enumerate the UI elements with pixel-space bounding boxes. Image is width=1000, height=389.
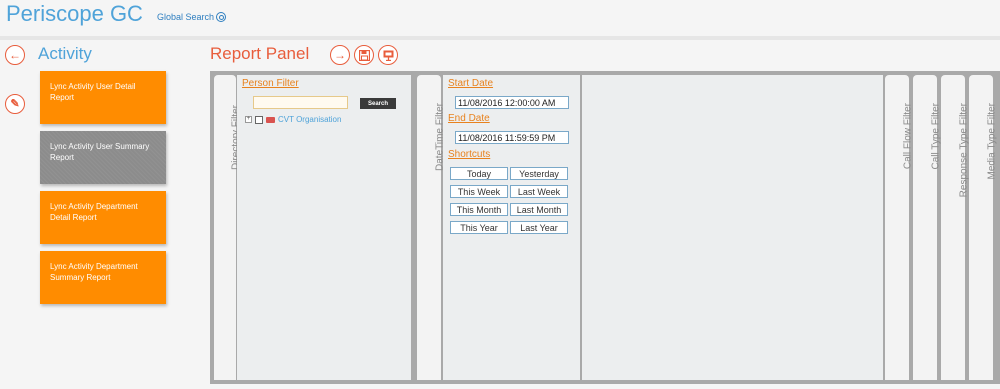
shortcut-last-week-button[interactable]: Last Week [510,185,568,198]
report-panel-title: Report Panel [210,44,310,63]
header-divider [0,36,1000,40]
search-icon[interactable] [216,12,227,22]
tab-response-type-filter[interactable]: Response Type Filter [941,75,970,380]
shortcut-last-month-button[interactable]: Last Month [510,203,568,216]
shortcut-this-week-button[interactable]: This Week [450,185,508,198]
global-search-link[interactable]: Global Search [157,12,227,22]
tab-directory-filter[interactable]: Directory Filter [214,75,242,380]
shortcut-this-year-button[interactable]: This Year [450,221,508,234]
edit-button[interactable]: ✎ [5,94,25,114]
shortcuts-link[interactable]: Shortcuts [448,149,490,160]
tab-response-type-filter-label[interactable]: Response Type Filter [959,103,970,197]
report-panel: Directory Filter Person Filter Search + … [210,71,1000,384]
tab-call-flow-filter[interactable]: Call Flow Filter [885,75,914,380]
app-header: Periscope GC Global Search [0,0,1000,36]
shortcut-today-button[interactable]: Today [450,167,508,180]
tab-call-type-filter[interactable]: Call Type Filter [913,75,942,380]
person-search-input[interactable] [253,96,348,109]
arrow-left-icon[interactable]: ← [9,49,21,61]
start-date-link[interactable]: Start Date [448,78,493,89]
tab-call-type-filter-label[interactable]: Call Type Filter [931,103,942,170]
org-tree-row: + CVT Organisation [245,115,341,124]
directory-filter-pane: Person Filter Search + CVT Organisation [237,75,411,380]
datetime-filter-blank-area [582,75,883,380]
shortcut-last-year-button[interactable]: Last Year [510,221,568,234]
export-report-button[interactable] [378,45,398,65]
back-button[interactable]: ← [5,45,25,65]
tab-datetime-filter[interactable]: DateTime Filter [417,75,446,380]
activity-section-title: Activity [38,44,92,63]
global-search-label[interactable]: Global Search [157,12,214,22]
tab-media-type-filter-label[interactable]: Media Type Filter [987,103,998,180]
presentation-icon[interactable] [383,50,394,61]
report-tile-label[interactable]: Lync Activity Department Summary Report [50,262,138,282]
arrow-right-icon[interactable]: → [334,49,346,61]
person-filter-link[interactable]: Person Filter [242,78,299,89]
person-search-button[interactable]: Search [360,98,396,109]
organisation-icon [266,116,275,123]
save-report-button[interactable] [354,45,374,65]
report-tile-label[interactable]: Lync Activity User Summary Report [50,142,149,162]
run-report-button[interactable]: → [330,45,350,65]
tab-call-flow-filter-label[interactable]: Call Flow Filter [903,103,914,169]
datetime-filter-pane: Start Date End Date Shortcuts Today Yest… [443,75,580,380]
report-tile-label[interactable]: Lync Activity User Detail Report [50,82,136,102]
tree-expand-icon[interactable]: + [245,116,252,123]
report-tile-department-detail[interactable]: Lync Activity Department Detail Report [40,191,166,244]
org-checkbox[interactable] [255,115,263,124]
start-date-input[interactable] [455,96,569,109]
report-tile-user-detail[interactable]: Lync Activity User Detail Report [40,71,166,124]
app-title: Periscope GC [6,1,143,26]
pencil-icon[interactable]: ✎ [10,98,19,110]
end-date-input[interactable] [455,131,569,144]
floppy-disk-icon[interactable] [358,49,370,61]
end-date-link[interactable]: End Date [448,113,490,124]
tab-media-type-filter[interactable]: Media Type Filter [969,75,998,380]
report-tile-department-summary[interactable]: Lync Activity Department Summary Report [40,251,166,304]
shortcut-yesterday-button[interactable]: Yesterday [510,167,568,180]
shortcut-this-month-button[interactable]: This Month [450,203,508,216]
report-tile-label[interactable]: Lync Activity Department Detail Report [50,202,138,222]
report-tile-user-summary[interactable]: Lync Activity User Summary Report [40,131,166,184]
org-tree-label[interactable]: CVT Organisation [278,115,341,124]
